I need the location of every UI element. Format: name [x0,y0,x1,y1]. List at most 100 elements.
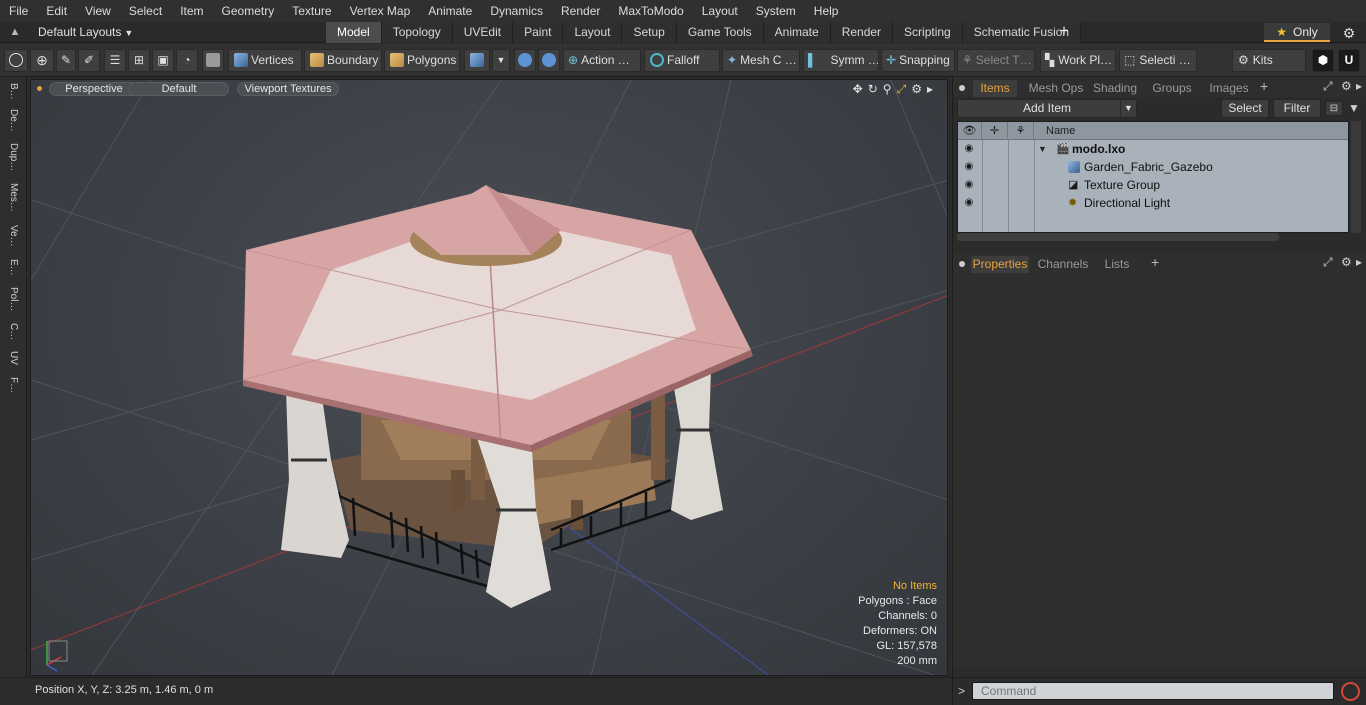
menu-texture[interactable]: Texture [283,0,340,22]
tab-properties[interactable]: Properties [971,256,1029,273]
panel-gear-icon[interactable]: ⚙ [1341,255,1352,269]
record-macro-icon[interactable] [1341,682,1360,701]
tab-scripting[interactable]: Scripting [893,22,963,43]
shading-dropdown[interactable]: Default [129,82,229,96]
toolbox-tab-vertex[interactable]: Ve… [3,225,23,253]
panel-chevron-icon[interactable]: ▸ [1356,255,1362,269]
viewport-gear-icon[interactable]: ⚙ [911,82,922,97]
name-column-header[interactable]: Name [1034,122,1348,140]
tab-model[interactable]: Model [326,22,382,43]
toolbox-tab-basic[interactable]: B… [3,83,23,105]
globe-button[interactable]: ⊕ [30,49,54,72]
tab-setup[interactable]: Setup [622,22,677,43]
chevron-down-icon[interactable]: ▼ [1120,100,1136,117]
tab-items[interactable]: Items [973,80,1017,97]
tab-game-tools[interactable]: Game Tools [676,22,764,43]
vertices-button[interactable]: Vertices [228,49,302,72]
tab-images[interactable]: Images [1205,80,1253,97]
panel-gear-icon[interactable]: ⚙ [1341,79,1352,93]
symmetry-button[interactable]: ▌ Symm … [803,49,879,72]
menu-geometry[interactable]: Geometry [213,0,284,22]
toolbox-tab-polygon[interactable]: Pol… [3,287,23,317]
menu-file[interactable]: File [0,0,37,22]
unity-button[interactable]: ⬢ [1312,49,1334,72]
rotate-icon[interactable]: ↻ [868,82,878,97]
list-item-texture-group[interactable]: ◉ ◪ Texture Group [958,176,1348,194]
menu-render[interactable]: Render [552,0,609,22]
select-button[interactable]: Select [1221,99,1269,118]
toolbox-tab-uv[interactable]: UV [3,351,23,373]
add-tab-button[interactable]: + [1056,22,1072,43]
panel-chevron-icon[interactable]: ▸ [1356,79,1362,93]
panel-menu-dot[interactable] [959,261,965,267]
toolbox-tab-deform[interactable]: De… [3,109,23,137]
tab-topology[interactable]: Topology [381,22,453,43]
menu-dynamics[interactable]: Dynamics [481,0,552,22]
add-panel-tab-icon[interactable]: + [1151,254,1159,270]
chevron-right-icon[interactable]: ▸ [927,82,933,97]
snapping-button[interactable]: ✛ Snapping [881,49,955,72]
tab-uvedit[interactable]: UVEdit [452,22,514,43]
add-panel-tab-icon[interactable]: + [1260,78,1268,94]
type-column-icon[interactable]: ⚘ [1008,122,1034,140]
funnel-icon[interactable]: ▼ [1346,101,1362,116]
unreal-button[interactable]: U [1338,49,1360,72]
item-list-vertical-scrollbar[interactable] [1351,121,1361,233]
view-type-dropdown[interactable]: Perspective [49,82,139,96]
grid-button[interactable]: ⊞ [128,49,150,72]
menu-select[interactable]: Select [120,0,171,22]
item-mode-button[interactable] [202,49,224,72]
select-circle-button[interactable] [4,49,28,72]
tab-animate[interactable]: Animate [763,22,831,43]
tab-channels[interactable]: Channels [1037,256,1089,273]
visibility-eye-icon[interactable]: ◉ [963,197,975,209]
select-through-button[interactable]: ⚘ Select T… [957,49,1035,72]
panel-maximize-icon[interactable]: ⤢ [1323,79,1333,94]
clock-button[interactable]: ◔ [176,49,198,72]
selection-sets-button[interactable]: ⬚ Selecti … [1119,49,1197,72]
tab-layout[interactable]: Layout [563,22,623,43]
viewport-textures-dropdown[interactable]: Viewport Textures [237,82,339,96]
menu-system[interactable]: System [747,0,805,22]
falloff-button[interactable]: Falloff [644,49,720,72]
maximize-icon[interactable]: ⤢ [897,82,907,97]
lock-column-icon[interactable]: ✛ [982,122,1008,140]
panel-maximize-icon[interactable]: ⤢ [1323,255,1333,270]
symmetry-shield-button[interactable] [514,49,536,72]
visibility-eye-icon[interactable]: ◉ [963,143,975,155]
filter-button[interactable]: Filter [1273,99,1321,118]
menu-help[interactable]: Help [805,0,848,22]
item-list-horizontal-scrollbar[interactable] [957,233,1279,241]
visibility-column-eye-icon[interactable]: 👁 [958,122,982,140]
viewport-menu-dot[interactable] [37,86,42,91]
tab-paint[interactable]: Paint [513,22,564,43]
menu-maxtomodo[interactable]: MaxToModo [609,0,692,22]
pan-icon[interactable]: ✥ [853,82,863,97]
material-dropdown[interactable]: ▼ [492,49,510,72]
pen-button[interactable]: ✎ [56,49,76,72]
layout-selector[interactable]: Default Layouts ▼ [34,24,133,41]
kits-button[interactable]: ⚙ Kits [1232,49,1306,72]
polygons-button[interactable]: Polygons [384,49,460,72]
material-mode-button[interactable] [464,49,490,72]
boundary-button[interactable]: Boundary [304,49,382,72]
tab-render[interactable]: Render [830,22,894,43]
panel-menu-dot[interactable] [959,85,965,91]
gear-icon[interactable]: ⚙ [1340,24,1358,42]
toolbox-tab-mesh-edit[interactable]: Mes… [3,183,23,219]
zoom-icon[interactable]: ⚲ [883,82,892,97]
list-item-mesh[interactable]: ◉ Garden_Fabric_Gazebo [958,158,1348,176]
layers-button[interactable]: ☰ [104,49,126,72]
menu-layout[interactable]: Layout [693,0,747,22]
layout-menu-icon[interactable]: ▲ [8,25,22,39]
tab-mesh-ops[interactable]: Mesh Ops [1025,80,1087,97]
work-plane-button[interactable]: ▚ Work Pl… [1040,49,1116,72]
collapse-icon[interactable]: ⊟ [1325,101,1343,116]
command-input[interactable] [972,682,1334,700]
pivot-shield-button[interactable] [538,49,560,72]
menu-item[interactable]: Item [171,0,212,22]
toolbox-tab-fusion[interactable]: F… [3,377,23,407]
tab-groups[interactable]: Groups [1149,80,1195,97]
sculpt-button[interactable]: ✐ [78,49,100,72]
3d-viewport[interactable]: Perspective Default Viewport Textures ✥ … [30,79,948,676]
